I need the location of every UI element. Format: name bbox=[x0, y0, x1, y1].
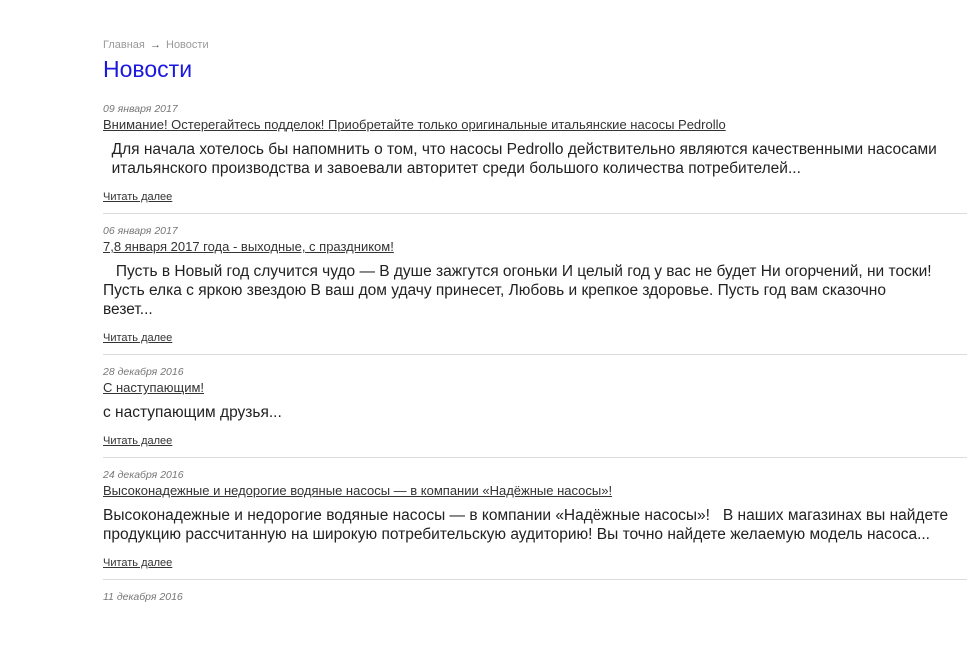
news-date: 06 января 2017 bbox=[103, 225, 178, 237]
read-more-link[interactable]: Читать далее bbox=[103, 331, 172, 345]
news-excerpt-line: везет... bbox=[103, 301, 153, 318]
news-excerpt-line: Высоконадежные и недорогие водяные насос… bbox=[103, 507, 949, 524]
news-excerpt: с наступающим друзья... bbox=[103, 403, 967, 422]
news-excerpt: Высоконадежные и недорогие водяные насос… bbox=[103, 506, 967, 544]
news-date: 09 января 2017 bbox=[103, 103, 178, 115]
news-excerpt-line: Для начала хотелось бы напомнить о том, … bbox=[103, 141, 937, 158]
news-date: 28 декабря 2016 bbox=[103, 366, 184, 378]
read-more-link[interactable]: Читать далее bbox=[103, 190, 172, 204]
news-title-link[interactable]: 7,8 января 2017 года - выходные, с празд… bbox=[103, 238, 394, 255]
read-more-link[interactable]: Читать далее bbox=[103, 556, 172, 570]
page-title: Новости bbox=[103, 56, 193, 82]
news-excerpt-line: продукцию рассчитанную на широкую потреб… bbox=[103, 526, 930, 543]
news-date: 11 декабря 2016 bbox=[103, 591, 183, 603]
news-excerpt: Пусть в Новый год случится чудо — В душе… bbox=[103, 262, 967, 319]
news-excerpt-line: Пусть в Новый год случится чудо — В душе… bbox=[103, 263, 932, 280]
news-title-link[interactable]: С наступающим! bbox=[103, 379, 204, 396]
news-date: 24 декабря 2016 bbox=[103, 469, 184, 481]
news-title-link[interactable]: Внимание! Остерегайтесь подделок! Приобр… bbox=[103, 116, 726, 133]
news-item: 24 декабря 2016 Высоконадежные и недорог… bbox=[103, 469, 967, 580]
news-excerpt-line: итальянского производства и завоевали ав… bbox=[103, 160, 801, 177]
news-item: 09 января 2017 Внимание! Остерегайтесь п… bbox=[103, 103, 967, 214]
news-item: 06 января 2017 7,8 января 2017 года - вы… bbox=[103, 225, 967, 355]
news-item: 11 декабря 2016 bbox=[103, 591, 967, 612]
news-page: Главная → Новости Новости 09 января 2017… bbox=[103, 38, 967, 623]
news-item: 28 декабря 2016 С наступающим! с наступа… bbox=[103, 366, 967, 458]
read-more-link[interactable]: Читать далее bbox=[103, 434, 172, 448]
news-list: 09 января 2017 Внимание! Остерегайтесь п… bbox=[103, 103, 967, 612]
news-title-link[interactable]: Высоконадежные и недорогие водяные насос… bbox=[103, 482, 612, 499]
breadcrumb: Главная → Новости bbox=[103, 38, 967, 52]
news-excerpt-line: Пусть елка с яркою звездою В ваш дом уда… bbox=[103, 282, 886, 299]
breadcrumb-separator: → bbox=[149, 39, 161, 51]
breadcrumb-current: Новости bbox=[166, 39, 209, 51]
news-excerpt-line: с наступающим друзья... bbox=[103, 404, 282, 421]
breadcrumb-home-link[interactable]: Главная bbox=[103, 39, 145, 51]
news-excerpt: Для начала хотелось бы напомнить о том, … bbox=[103, 140, 967, 178]
